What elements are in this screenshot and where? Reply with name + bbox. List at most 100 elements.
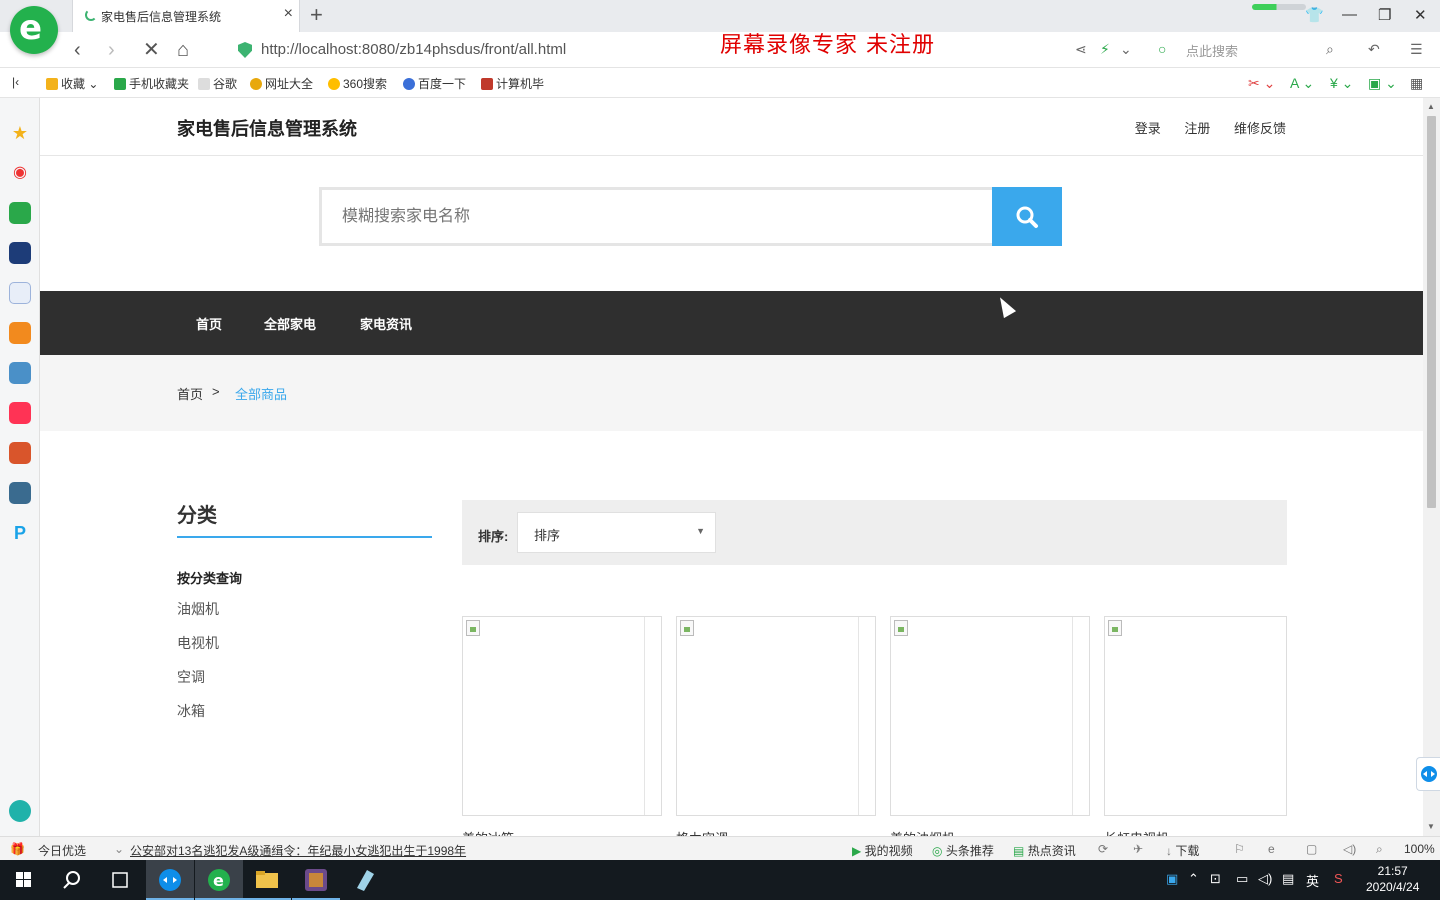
product-card[interactable] — [676, 616, 876, 816]
today-picks[interactable]: 今日优选 — [38, 842, 86, 859]
bookmarks-collapse-icon[interactable]: |‹ — [12, 75, 19, 89]
speed-mode-icon[interactable]: ⚡ — [1100, 41, 1110, 58]
register-link[interactable]: 注册 — [1184, 121, 1210, 136]
nav-all-appliances[interactable]: 全部家电 — [264, 314, 316, 333]
browser-tab[interactable]: 家电售后信息管理系统 × — [72, 0, 300, 32]
game-icon[interactable]: ▣ ⌄ — [1368, 75, 1397, 92]
category-item-range-hood[interactable]: 油烟机 — [177, 599, 219, 619]
product-name[interactable]: 长虹电视机 — [1104, 828, 1169, 836]
site-title[interactable]: 家电售后信息管理系统 — [177, 115, 357, 141]
breadcrumb-home[interactable]: 首页 — [177, 384, 203, 403]
start-button[interactable] — [0, 860, 48, 900]
stop-loading-icon[interactable]: ✕ — [143, 38, 160, 62]
game-app-icon[interactable] — [9, 362, 31, 384]
sort-select[interactable]: 排序 ▼ — [517, 512, 716, 553]
news-app-icon[interactable] — [9, 242, 31, 264]
home-icon[interactable]: ⌂ — [177, 38, 189, 62]
notes-taskbar-icon[interactable] — [341, 860, 389, 900]
scissors-icon[interactable]: ✂ ⌄ — [1248, 75, 1275, 92]
game2-app-icon[interactable] — [9, 442, 31, 464]
back-icon[interactable]: ‹ — [74, 38, 81, 62]
menu-icon[interactable]: ☰ — [1410, 41, 1423, 58]
new-tab-button[interactable]: + — [310, 3, 323, 27]
search-input[interactable] — [319, 187, 992, 246]
add-sidebar-icon[interactable] — [9, 800, 31, 822]
speedup-icon[interactable]: ⟳ — [1098, 842, 1108, 856]
weibo-icon[interactable]: ◉ — [9, 162, 31, 184]
category-item-fridge[interactable]: 冰箱 — [177, 701, 205, 721]
bookmark-mobile[interactable]: 手机收藏夹 — [114, 75, 189, 92]
volume-icon[interactable]: ◁) — [1258, 871, 1272, 887]
word-doc-icon[interactable] — [9, 282, 31, 304]
tray-app-icon[interactable]: ▣ — [1166, 871, 1178, 887]
product-name[interactable]: 格力空调 — [676, 828, 728, 836]
login-link[interactable]: 登录 — [1135, 121, 1161, 136]
chevron-down-icon[interactable]: ⌄ — [114, 842, 124, 856]
ie-icon[interactable]: e — [1268, 842, 1275, 856]
product-card[interactable] — [1104, 616, 1287, 816]
product-name[interactable]: 美的油烟机 — [890, 828, 955, 836]
teamviewer-taskbar-icon[interactable] — [146, 860, 194, 900]
tray-device-icon[interactable]: ⊡ — [1210, 871, 1221, 887]
top-recommend[interactable]: ◎ 头条推荐 — [932, 842, 994, 859]
360-browser-taskbar-icon[interactable]: e — [195, 860, 243, 900]
file-explorer-taskbar-icon[interactable] — [243, 860, 291, 900]
pin-icon[interactable]: ✈ — [1133, 842, 1143, 856]
minimize-button[interactable]: — — [1342, 6, 1357, 23]
category-item-ac[interactable]: 空调 — [177, 667, 205, 687]
search-icon[interactable]: ⌕ — [1326, 41, 1334, 58]
teamviewer-icon[interactable] — [1416, 757, 1440, 791]
xiaohongshu-icon[interactable] — [9, 402, 31, 424]
tray-expand-icon[interactable]: ⌃ — [1188, 871, 1199, 887]
chevron-down-icon[interactable]: ⌄ — [1120, 41, 1132, 58]
p-app-icon[interactable]: P — [9, 522, 31, 544]
page-scrollbar[interactable]: ▲ ▼ — [1423, 98, 1440, 836]
scroll-up-icon[interactable]: ▲ — [1427, 102, 1435, 111]
news-ticker[interactable]: 公安部对13名逃犯发A级通缉令：年纪最小女逃犯出生于1998年 — [130, 842, 466, 859]
hot-news[interactable]: ▤ 热点资讯 — [1013, 842, 1076, 859]
category-item-tv[interactable]: 电视机 — [177, 633, 219, 653]
sogou-ime-icon[interactable]: S — [1334, 871, 1343, 886]
novel-app-icon[interactable] — [9, 322, 31, 344]
flag-icon[interactable]: ⚐ — [1234, 842, 1245, 856]
mail-icon[interactable] — [9, 202, 31, 224]
undo-icon[interactable]: ↶ — [1368, 41, 1380, 58]
forward-icon[interactable]: › — [108, 38, 115, 62]
skin-icon[interactable]: 👕 — [1305, 6, 1324, 24]
zoom-level[interactable]: 100% — [1404, 842, 1435, 856]
game-taskbar-icon[interactable] — [292, 860, 340, 900]
nav-home[interactable]: 首页 — [196, 314, 222, 333]
close-window-button[interactable]: ✕ — [1414, 6, 1427, 24]
translate-icon[interactable]: A ⌄ — [1290, 75, 1314, 92]
search-engine-icon[interactable]: ○ — [1158, 41, 1166, 57]
maximize-button[interactable]: ❐ — [1378, 6, 1391, 24]
url-field[interactable]: http://localhost:8080/zb14phsdus/front/a… — [261, 41, 566, 58]
product-card[interactable] — [890, 616, 1090, 816]
search-button[interactable] — [992, 187, 1062, 246]
notification-message-icon[interactable]: ▤ — [1282, 871, 1294, 887]
browser-search-input[interactable]: 点此搜索 — [1186, 41, 1238, 60]
network-icon[interactable]: ▭ — [1236, 871, 1248, 887]
zoom-icon[interactable]: ⌕ — [1376, 842, 1383, 857]
ime-indicator[interactable]: 英 — [1306, 871, 1319, 890]
download[interactable]: ↓ 下载 — [1166, 842, 1199, 859]
bookmark-favorites[interactable]: 收藏 ⌄ — [46, 75, 98, 92]
bookmark-baidu[interactable]: 百度一下 — [403, 75, 466, 92]
system-clock[interactable]: 21:57 2020/4/24 — [1366, 863, 1419, 895]
product-card[interactable] — [462, 616, 662, 816]
nav-appliance-news[interactable]: 家电资讯 — [360, 314, 412, 333]
favorites-star-icon[interactable]: ★ — [9, 122, 31, 144]
bookmark-computer[interactable]: 计算机毕 — [481, 75, 544, 92]
search-taskbar-icon[interactable] — [48, 860, 96, 900]
volume-icon[interactable]: ◁) — [1343, 842, 1356, 856]
wallet-icon[interactable]: ¥ ⌄ — [1330, 75, 1353, 92]
tab-close-icon[interactable]: × — [284, 6, 293, 22]
window-icon[interactable]: ▢ — [1306, 842, 1317, 856]
share-icon[interactable]: ⋖ — [1075, 41, 1087, 58]
task-view-icon[interactable] — [96, 860, 144, 900]
browser-logo-icon[interactable]: e — [10, 6, 58, 54]
bookmark-directory[interactable]: 网址大全 — [250, 75, 313, 92]
scrollbar-thumb[interactable] — [1427, 116, 1436, 508]
apps-grid-icon[interactable]: ▦ — [1410, 75, 1423, 92]
bookmark-360search[interactable]: 360搜索 — [328, 75, 387, 92]
